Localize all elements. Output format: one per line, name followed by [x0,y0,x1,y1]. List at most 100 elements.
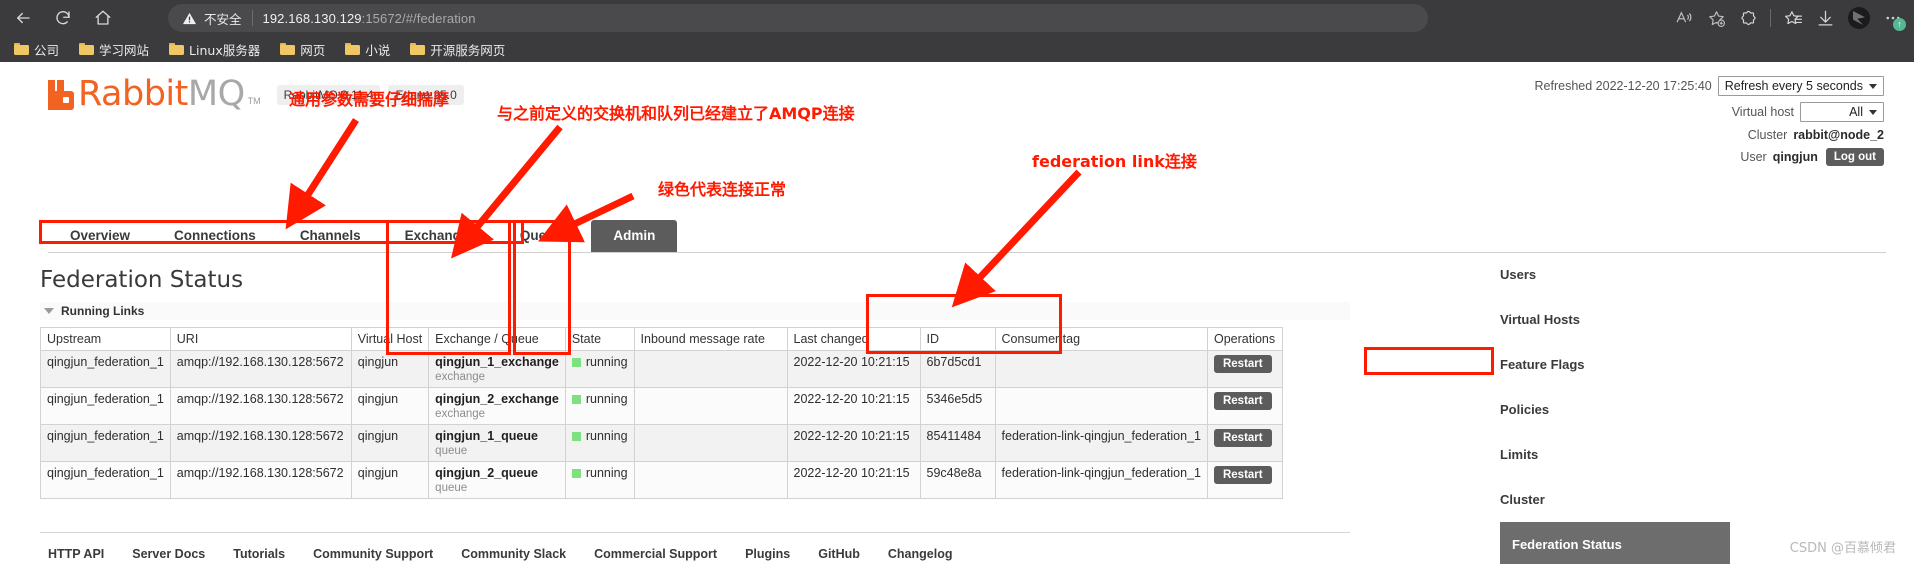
sidebar-item-feature-flags[interactable]: Feature Flags [1500,342,1800,387]
address-bar[interactable]: 不安全 192.168.130.129:15672/#/federation [168,4,1428,32]
tab-overview[interactable]: Overview [48,220,152,252]
sidebar-item-federation-status[interactable]: Federation Status [1500,522,1730,564]
sidebar-item-users[interactable]: Users [1500,252,1800,297]
admin-side-menu: Users Virtual Hosts Feature Flags Polici… [1500,252,1800,564]
resource-type: queue [435,482,468,494]
browser-toolbar: 不安全 192.168.130.129:15672/#/federation ↑ [0,0,1914,36]
bookmark-item[interactable]: 网页 [276,38,329,61]
resource-type: exchange [435,408,486,420]
refresh-row: Refreshed 2022-12-20 17:25:40 Refresh ev… [1535,76,1884,96]
logo-text-rabbit: Rabbit [78,74,188,114]
footer-link-community-slack[interactable]: Community Slack [461,547,566,561]
cell-virtual-host: qingjun [350,387,430,425]
state-indicator-icon [571,357,581,367]
vhost-select[interactable]: All [1800,102,1884,122]
table-row[interactable]: qingjun_federation_1 amqp://192.168.130.… [40,387,1283,425]
sidebar-item-cluster[interactable]: Cluster [1500,477,1800,522]
table-row[interactable]: qingjun_federation_1 amqp://192.168.130.… [40,424,1283,462]
col-inbound-message-rate[interactable]: Inbound message rate [633,327,788,351]
col-virtual-host[interactable]: Virtual Host [350,327,430,351]
restart-button[interactable]: Restart [1213,392,1272,410]
federation-links-table: Upstream URI Virtual Host Exchange / Que… [40,327,1283,499]
tab-channels[interactable]: Channels [278,220,383,252]
tab-connections[interactable]: Connections [152,220,278,252]
collections-icon[interactable] [1733,3,1763,33]
footer-link-server-docs[interactable]: Server Docs [132,547,205,561]
tab-admin[interactable]: Admin [591,220,678,252]
home-icon[interactable] [86,1,120,35]
table-row[interactable]: qingjun_federation_1 amqp://192.168.130.… [40,461,1283,499]
update-badge: ↑ [1893,18,1906,31]
col-upstream[interactable]: Upstream [40,327,171,351]
logout-button[interactable]: Log out [1825,148,1884,166]
url-path: :15672/#/federation [361,10,476,26]
col-id[interactable]: ID [919,327,996,351]
cell-inbound-rate [633,350,788,388]
downloads-icon[interactable] [1810,3,1840,33]
table-row[interactable]: qingjun_federation_1 amqp://192.168.130.… [40,350,1283,388]
read-aloud-icon[interactable] [1669,3,1699,33]
tab-exchanges[interactable]: Exchanges [383,220,498,252]
state-label: running [585,466,628,480]
bookmark-item[interactable]: 公司 [10,38,63,61]
col-consumer-tag[interactable]: Consumer tag [994,327,1208,351]
cell-virtual-host: qingjun [350,424,430,462]
favorites-list-icon[interactable] [1778,3,1808,33]
footer-links: HTTP API Server Docs Tutorials Community… [48,547,952,561]
folder-icon [410,43,426,55]
chevron-down-icon[interactable] [44,308,54,314]
footer-link-github[interactable]: GitHub [818,547,860,561]
toolbar-divider [1765,3,1776,33]
back-arrow-icon[interactable] [6,1,40,35]
cell-upstream: qingjun_federation_1 [40,387,171,425]
rabbitmq-logo[interactable]: Rabbit MQ TM RabbitMQ 3.11.4 Erlang 25.0 [48,74,464,114]
restart-button[interactable]: Restart [1213,429,1272,447]
footer-link-community-support[interactable]: Community Support [313,547,433,561]
footer-link-changelog[interactable]: Changelog [888,547,953,561]
restart-button[interactable]: Restart [1213,355,1272,373]
bookmark-label: 学习网站 [99,42,150,58]
bookmark-label: 网页 [300,42,326,58]
col-state[interactable]: State [564,327,635,351]
tab-queues[interactable]: Queues [498,220,592,252]
cell-uri: amqp://192.168.130.128:5672 [169,350,352,388]
col-exchange-queue[interactable]: Exchange / Queue [428,327,566,351]
restart-button[interactable]: Restart [1213,466,1272,484]
more-options-icon[interactable]: ↑ [1878,3,1908,33]
col-uri[interactable]: URI [169,327,352,351]
footer-link-http-api[interactable]: HTTP API [48,547,104,561]
col-last-changed[interactable]: Last changed [786,327,921,351]
running-links-section-header[interactable]: Running Links [40,302,1350,320]
cell-upstream: qingjun_federation_1 [40,461,171,499]
profile-avatar[interactable] [1848,7,1870,29]
folder-icon [345,43,361,55]
user-row: User qingjun Log out [1535,148,1884,166]
bookmark-item[interactable]: 小说 [341,38,394,61]
footer-divider [40,532,1350,533]
bookmark-label: 小说 [365,42,391,58]
sidebar-item-policies[interactable]: Policies [1500,387,1800,432]
cell-last-changed: 2022-12-20 10:21:15 [786,350,921,388]
footer-link-commercial-support[interactable]: Commercial Support [594,547,717,561]
folder-icon [169,43,185,55]
cell-last-changed: 2022-12-20 10:21:15 [786,387,921,425]
cell-operations: Restart [1206,461,1283,499]
refresh-interval-select[interactable]: Refresh every 5 seconds [1717,76,1884,96]
bookmark-item[interactable]: 开源服务网页 [406,38,509,61]
sidebar-item-virtual-hosts[interactable]: Virtual Hosts [1500,297,1800,342]
add-favorite-icon[interactable] [1701,3,1731,33]
security-status-label: 不安全 [204,11,242,27]
cell-uri: amqp://192.168.130.128:5672 [169,461,352,499]
reload-icon[interactable] [46,1,80,35]
table-header-row: Upstream URI Virtual Host Exchange / Que… [40,327,1283,351]
sidebar-item-limits[interactable]: Limits [1500,432,1800,477]
cell-consumer-tag [994,387,1208,425]
rabbitmq-management-page: Rabbit MQ TM RabbitMQ 3.11.4 Erlang 25.0… [0,62,1914,564]
bookmark-item[interactable]: Linux服务器 [165,38,264,61]
footer-link-plugins[interactable]: Plugins [745,547,790,561]
cell-last-changed: 2022-12-20 10:21:15 [786,461,921,499]
bookmark-item[interactable]: 学习网站 [75,38,153,61]
main-nav-tabs: Overview Connections Channels Exchanges … [48,220,678,252]
footer-link-tutorials[interactable]: Tutorials [233,547,285,561]
bookmark-label: 开源服务网页 [430,42,506,58]
